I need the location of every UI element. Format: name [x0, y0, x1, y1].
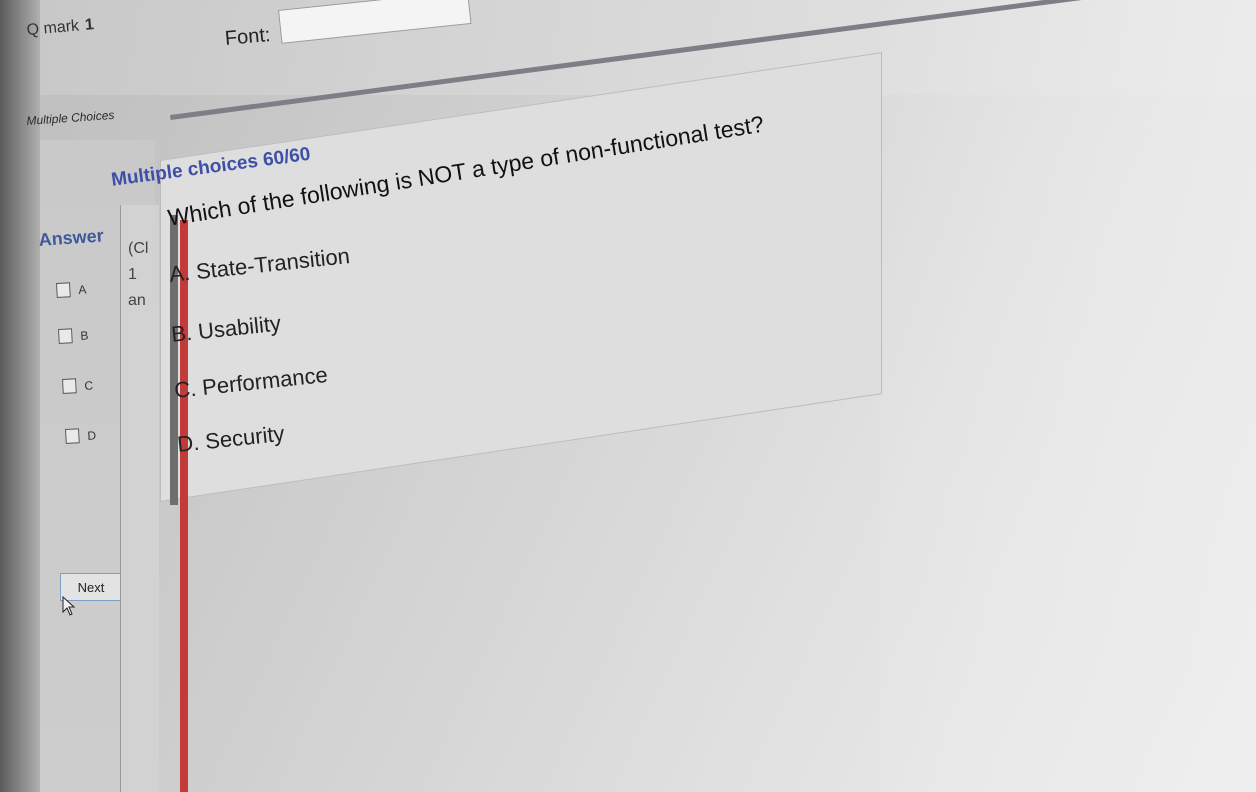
answer-option-label: B: [79, 327, 89, 343]
font-label: Font:: [224, 24, 272, 50]
stub-text: an: [128, 292, 146, 309]
answer-option-a[interactable]: A: [56, 281, 87, 298]
answer-option-label: C: [83, 377, 94, 393]
checkbox-b[interactable]: [58, 328, 73, 344]
stub-text: 1: [128, 266, 137, 283]
answer-option-label: A: [77, 281, 87, 297]
answer-option-d[interactable]: D: [65, 427, 96, 444]
answer-option-c[interactable]: C: [62, 377, 93, 394]
background-area: [880, 0, 1256, 792]
mouse-cursor-icon: [62, 596, 76, 616]
checkbox-a[interactable]: [56, 282, 71, 298]
stub-text: (Cl: [128, 240, 149, 257]
q-mark-label: Q mark: [26, 17, 80, 39]
red-margin-line: [180, 220, 188, 792]
q-mark-value: 1: [84, 16, 95, 34]
checkbox-d[interactable]: [65, 428, 80, 444]
checkbox-c[interactable]: [62, 378, 77, 394]
panel-border-line: [170, 215, 178, 505]
answer-option-label: D: [86, 427, 97, 443]
answer-option-b[interactable]: B: [58, 327, 89, 344]
